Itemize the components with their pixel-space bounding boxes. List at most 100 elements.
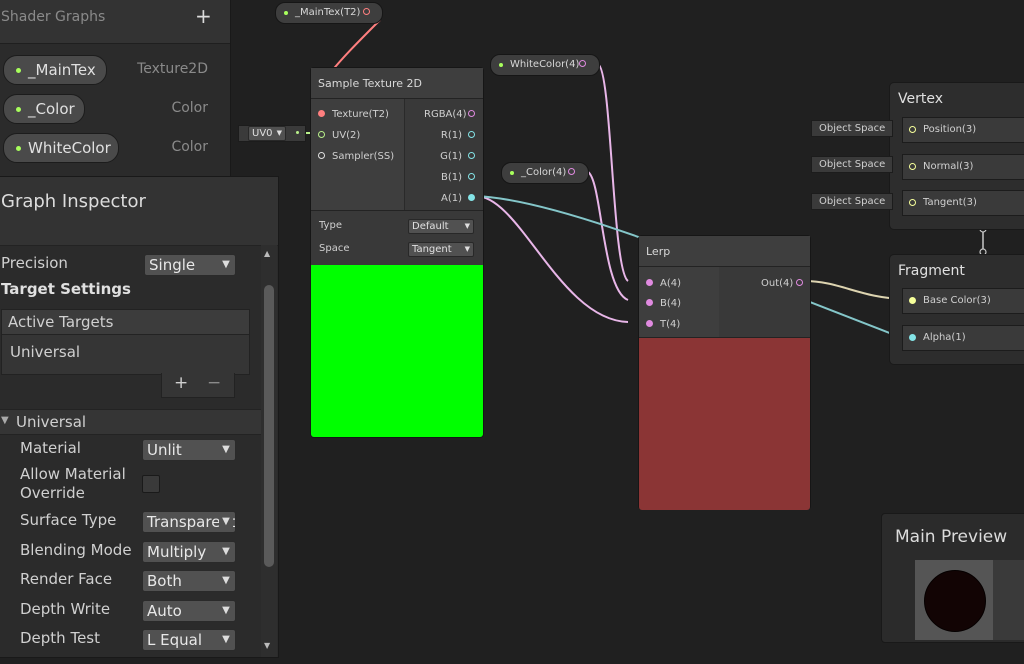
blending-mode-value: Multiply [147,543,207,561]
space-tag-label: Object Space [819,196,886,207]
vertex-position-slot[interactable]: Position(3) [902,117,1024,143]
out-output-label: Out(4) [761,278,794,289]
input-port[interactable] [909,334,916,341]
alpha-slot[interactable]: Alpha(1) [902,325,1024,351]
chevron-down-icon: ▼ [219,542,233,562]
render-face-dropdown[interactable]: Both ▼ [142,570,236,592]
property-type: Texture2D [137,61,208,77]
allow-material-override-checkbox[interactable] [142,475,160,493]
type-dropdown[interactable]: Default ▼ [408,219,474,234]
input-port[interactable] [909,199,916,206]
scroll-down-icon[interactable]: ▼ [264,641,270,650]
sampler-input-port[interactable] [318,152,325,159]
texture-input-port[interactable] [318,110,325,117]
whitecolor-property-node[interactable]: WhiteColor(4) [490,54,600,76]
target-item-universal[interactable]: Universal [10,343,80,361]
output-port[interactable] [363,8,370,15]
sample-texture-2d-node[interactable]: Sample Texture 2D Texture(T2) UV(2) Samp… [310,67,484,438]
vertex-context: Vertex Position(3) Normal(3) Tangent(3) [889,82,1024,230]
add-target-button[interactable]: + [174,373,188,393]
material-dropdown[interactable]: Unlit ▼ [142,439,236,461]
maintex-property-node[interactable]: _MainTex(T2) [275,2,383,24]
base-color-slot[interactable]: Base Color(3) [902,288,1024,314]
depth-test-dropdown[interactable]: L Equal ▼ [142,629,236,651]
node-title: Sample Texture 2D [318,77,422,90]
depth-test-value: L Equal [147,631,202,649]
surface-type-dropdown[interactable]: Transparent ▼ [142,511,236,533]
property-dot [16,146,21,151]
blending-mode-label: Blending Mode [20,541,132,559]
chevron-down-icon: ▼ [219,512,233,532]
property-dot [510,171,514,175]
space-tag-label: Object Space [819,159,886,170]
r-output-port[interactable] [468,131,475,138]
universal-foldout[interactable]: ▼ Universal [0,409,261,435]
preview-gutter [993,560,1024,640]
scroll-up-icon[interactable]: ▲ [264,249,270,258]
depth-write-dropdown[interactable]: Auto ▼ [142,600,236,622]
input-port[interactable] [909,163,916,170]
lerp-preview [639,337,810,510]
g-output-label: G(1) [440,151,462,162]
rgba-output-port[interactable] [468,110,475,117]
slot-label: Position(3) [923,124,977,135]
blending-mode-dropdown[interactable]: Multiply ▼ [142,541,236,563]
input-port[interactable] [909,126,916,133]
slot-label: Tangent(3) [923,197,977,208]
inspector-title: Graph Inspector [1,191,146,212]
allow-material-override-label: Allow Material Override [20,465,126,502]
node-divider [311,210,483,211]
b-input-port[interactable] [646,299,653,306]
property-whitecolor[interactable]: WhiteColor [3,133,119,163]
depth-test-label: Depth Test [20,629,100,647]
property-maintex[interactable]: _MainTex [3,55,107,85]
active-targets-label: Active Targets [8,313,114,331]
type-value: Default [412,221,449,232]
depth-write-value: Auto [147,602,182,620]
material-value: Unlit [147,441,182,459]
active-targets-header: Active Targets [2,310,249,335]
vertex-tangent-slot[interactable]: Tangent(3) [902,190,1024,216]
chevron-down-icon: ▼ [219,630,233,650]
property-dot [499,63,503,67]
color-property-node[interactable]: _Color(4) [501,162,589,184]
main-preview-panel: Main Preview [881,513,1024,643]
a-output-port[interactable] [468,194,475,201]
chevron-down-icon: ▼ [276,129,282,137]
scrollbar-thumb[interactable] [264,285,274,567]
chevron-down-icon: ▼ [219,601,233,621]
uv-input-label: UV(2) [332,130,361,141]
lerp-node[interactable]: Lerp A(4) B(4) T(4) Out(4) [638,235,811,510]
b-output-port[interactable] [468,173,475,180]
t-input-port[interactable] [646,320,653,327]
chip-label: _Color(4) [521,167,567,178]
fragment-context: Fragment Base Color(3) Alpha(1) [889,254,1024,365]
property-color[interactable]: _Color [3,94,85,124]
g-output-port[interactable] [468,152,475,159]
vertex-title: Vertex [898,91,944,107]
uv-input-port[interactable] [318,131,325,138]
node-title-bar: Sample Texture 2D [311,68,483,99]
sampler-input-label: Sampler(SS) [332,151,395,162]
remove-target-button[interactable]: − [207,373,221,393]
node-title: Lerp [646,245,671,258]
a-input-port[interactable] [646,279,653,286]
space-dropdown[interactable]: Tangent ▼ [408,242,474,257]
precision-dropdown[interactable]: Single ▼ [144,254,236,276]
output-port[interactable] [568,168,575,175]
wire-color-b [587,171,629,301]
preview-viewport[interactable] [915,560,993,640]
output-port[interactable] [579,60,586,67]
uv-output-dot [296,131,299,134]
blackboard-header: Shader Graphs + [0,0,230,44]
uv-channel-dropdown[interactable]: UV0 ▼ [248,126,286,141]
out-output-port[interactable] [796,279,803,286]
vertex-normal-slot[interactable]: Normal(3) [902,154,1024,180]
input-port[interactable] [909,297,916,304]
blackboard-title: Shader Graphs [1,9,106,25]
universal-foldout-label: Universal [16,413,87,431]
property-type: Color [171,139,208,155]
chevron-down-icon: ▼ [219,255,233,275]
wire-whitecolor-a [597,63,629,282]
add-property-button[interactable]: + [195,4,212,28]
